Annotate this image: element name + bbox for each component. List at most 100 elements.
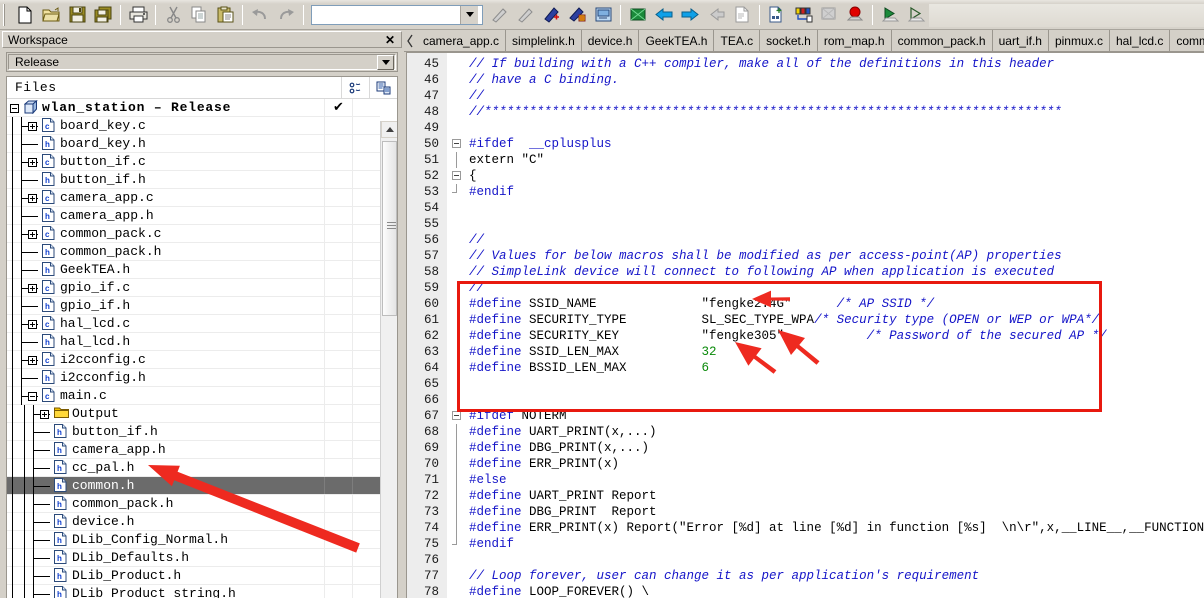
open-folder-icon[interactable] <box>39 3 63 27</box>
code-line[interactable]: 71 #else <box>407 472 1204 488</box>
project-tree[interactable]: Files wlan_station – Release ✔ c board_key.… <box>6 76 398 598</box>
code-line[interactable]: 56 // <box>407 232 1204 248</box>
copy-icon[interactable] <box>187 3 211 27</box>
toggle-bookmark-icon[interactable] <box>539 3 563 27</box>
code-line[interactable]: 66 <box>407 392 1204 408</box>
tree-item[interactable]: c board_key.c <box>7 116 380 135</box>
workspace-make-icon[interactable] <box>369 77 397 98</box>
print-icon[interactable] <box>126 3 150 27</box>
navigate-back-icon[interactable] <box>652 3 676 27</box>
save-icon[interactable] <box>65 3 89 27</box>
find-previous-icon[interactable] <box>513 3 537 27</box>
tree-item[interactable]: h gpio_if.h <box>7 296 380 315</box>
tree-item[interactable]: h GeekTEA.h <box>7 260 380 279</box>
code-line[interactable]: 52 { <box>407 168 1204 184</box>
tree-item-selected[interactable]: h common.h <box>7 476 380 495</box>
close-icon[interactable]: ✕ <box>382 32 398 47</box>
code-line[interactable]: 73 #define DBG_PRINT Report <box>407 504 1204 520</box>
workspace-options-icon[interactable] <box>341 77 369 98</box>
tree-item[interactable]: h button_if.h <box>7 170 380 189</box>
code-line[interactable]: 68 #define UART_PRINT(x,...) <box>407 424 1204 440</box>
new-document-icon[interactable] <box>13 3 37 27</box>
editor-tab[interactable]: device.h <box>582 30 640 51</box>
editor-tab[interactable]: socket.h <box>760 30 818 51</box>
save-all-icon[interactable] <box>91 3 115 27</box>
code-line[interactable]: 47 // <box>407 88 1204 104</box>
tree-toggle[interactable] <box>7 99 23 117</box>
tree-item[interactable]: h hal_lcd.h <box>7 332 380 351</box>
tree-item[interactable]: h camera_app.h <box>7 206 380 225</box>
code-line[interactable]: 50 #ifdef __cplusplus <box>407 136 1204 152</box>
tree-item[interactable]: h device.h <box>7 512 380 531</box>
breakpoint-icon[interactable] <box>843 3 867 27</box>
code-line[interactable]: 48 //************************************… <box>407 104 1204 120</box>
code-line[interactable]: 77 // Loop forever, user can change it as… <box>407 568 1204 584</box>
code-line[interactable]: 69 #define DBG_PRINT(x,...) <box>407 440 1204 456</box>
code-line[interactable]: 59 // <box>407 280 1204 296</box>
tree-item[interactable]: h cc_pal.h <box>7 458 380 477</box>
code-line[interactable]: 64 #define BSSID_LEN_MAX 6 <box>407 360 1204 376</box>
editor-tab[interactable]: camera_app.c <box>417 30 507 51</box>
editor-tab[interactable]: pinmux.c <box>1049 30 1110 51</box>
code-lines[interactable]: 45 // If building with a C++ compiler, ma… <box>407 53 1204 598</box>
code-line[interactable]: 76 <box>407 552 1204 568</box>
compile-icon[interactable] <box>591 3 615 27</box>
code-line[interactable]: 78 #define LOOP_FOREVER() \ <box>407 584 1204 598</box>
tree-item[interactable]: h camera_app.h <box>7 440 380 459</box>
debug-log-icon[interactable] <box>765 3 789 27</box>
tree-item[interactable]: c camera_app.c <box>7 188 380 207</box>
scrollbar-thumb[interactable] <box>382 141 397 316</box>
download-and-debug-icon[interactable] <box>878 3 902 27</box>
tree-vertical-scrollbar[interactable] <box>380 121 397 598</box>
paste-icon[interactable] <box>213 3 237 27</box>
editor-tab[interactable]: common_pack.h <box>892 30 993 51</box>
tree-item[interactable]: h common_pack.h <box>7 494 380 513</box>
editor-tab[interactable]: rom_map.h <box>818 30 892 51</box>
tree-item[interactable]: c gpio_if.c <box>7 278 380 297</box>
tree-item[interactable]: h button_if.h <box>7 422 380 441</box>
configuration-dropdown[interactable]: Release <box>6 52 398 72</box>
chevron-down-icon[interactable] <box>460 5 478 24</box>
tree-item[interactable]: c i2cconfig.c <box>7 350 380 369</box>
tree-row-list[interactable]: wlan_station – Release ✔ c board_key.c h boar… <box>7 99 380 598</box>
go-to-definition-icon[interactable] <box>704 3 728 27</box>
editor-tab[interactable]: hal_lcd.c <box>1110 30 1171 51</box>
tree-item[interactable]: c button_if.c <box>7 152 380 171</box>
tree-item[interactable]: h board_key.h <box>7 134 380 153</box>
code-line[interactable]: 65 <box>407 376 1204 392</box>
code-line[interactable]: 55 <box>407 216 1204 232</box>
chevron-down-icon[interactable] <box>377 54 394 70</box>
tree-item[interactable]: Output <box>7 404 380 423</box>
tree-item[interactable]: c common_pack.c <box>7 224 380 243</box>
search-input[interactable] <box>312 6 460 23</box>
code-line[interactable]: 58 // SimpleLink device will connect to f… <box>407 264 1204 280</box>
tree-item[interactable]: c main.c <box>7 386 380 405</box>
tab-scroll-left-icon[interactable] <box>404 30 417 51</box>
code-line[interactable]: 63 #define SSID_LEN_MAX 32 <box>407 344 1204 360</box>
code-line[interactable]: 60 #define SSID_NAME "fengke2.4G" /* AP S… <box>407 296 1204 312</box>
tree-item[interactable]: h DLib_Defaults.h <box>7 548 380 567</box>
quick-search-combo[interactable] <box>311 4 483 25</box>
code-line[interactable]: 53 #endif <box>407 184 1204 200</box>
code-line[interactable]: 67 #ifdef NOTERM <box>407 408 1204 424</box>
tree-item[interactable]: h common_pack.h <box>7 242 380 261</box>
code-editor[interactable]: 45 // If building with a C++ compiler, ma… <box>406 52 1204 598</box>
code-line[interactable]: 45 // If building with a C++ compiler, ma… <box>407 56 1204 72</box>
memory-icon[interactable] <box>791 3 815 27</box>
navigate-forward-icon[interactable] <box>678 3 702 27</box>
editor-tab[interactable]: common_pack.c <box>1170 30 1204 51</box>
code-line[interactable]: 62 #define SECURITY_KEY "fengke305" /* Pa… <box>407 328 1204 344</box>
code-line[interactable]: 49 <box>407 120 1204 136</box>
redo-icon[interactable] <box>274 3 298 27</box>
tree-item[interactable]: h DLib_Product.h <box>7 566 380 585</box>
undo-icon[interactable] <box>248 3 272 27</box>
tree-item[interactable]: h i2cconfig.h <box>7 368 380 387</box>
stop-build-icon[interactable] <box>817 3 841 27</box>
tree-item[interactable]: h DLib_Config_Normal.h <box>7 530 380 549</box>
code-line[interactable]: 51 extern "C" <box>407 152 1204 168</box>
scroll-up-icon[interactable] <box>381 121 397 138</box>
tree-item[interactable]: wlan_station – Release ✔ <box>7 99 380 117</box>
find-in-files-icon[interactable] <box>730 3 754 27</box>
code-line[interactable]: 46 // have a C binding. <box>407 72 1204 88</box>
cut-icon[interactable] <box>161 3 185 27</box>
